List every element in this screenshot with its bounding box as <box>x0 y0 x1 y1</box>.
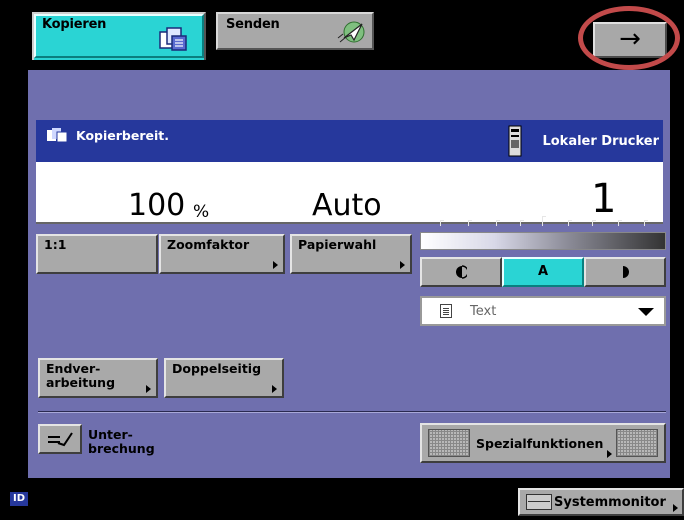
original-type-value: Text <box>470 304 497 319</box>
system-monitor-label: Systemmonitor <box>554 495 666 510</box>
copy-status-icon <box>47 128 68 143</box>
copy-display: 100 % Auto 1 <box>36 162 663 224</box>
status-bar: Kopierbereit. Lokaler Drucker <box>36 120 663 162</box>
status-message: Kopierbereit. <box>76 128 170 143</box>
submenu-arrow-icon <box>272 385 277 393</box>
zoom-factor-button[interactable]: Zoomfaktor <box>159 234 285 274</box>
tab-copy-label: Kopieren <box>42 17 107 32</box>
copy-icon <box>159 27 187 51</box>
tab-send-label: Senden <box>226 17 280 32</box>
zoom-unit: % <box>193 202 210 222</box>
special-functions-label: Spezialfunktionen <box>476 436 604 451</box>
ratio-1to1-label: 1:1 <box>44 237 67 252</box>
send-icon <box>337 21 365 43</box>
copier-screen: Kopieren Senden → Kopierbereit. Lokaler … <box>0 0 684 520</box>
submenu-arrow-icon <box>146 385 151 393</box>
submenu-arrow-icon <box>673 504 678 512</box>
half-moon-dark-icon <box>623 266 629 278</box>
original-type-select[interactable]: Text <box>420 296 666 326</box>
interrupt-icon <box>48 432 73 447</box>
paper-select-label: Papierwahl <box>298 237 377 252</box>
paper-select-button[interactable]: Papierwahl <box>290 234 412 274</box>
right-arrow-icon: → <box>619 24 641 54</box>
interrupt-label: Unter- brechung <box>88 427 155 456</box>
document-icon <box>440 304 452 318</box>
pattern-right-icon <box>616 429 658 457</box>
density-lighter-button[interactable] <box>420 257 502 287</box>
chevron-down-icon <box>638 308 654 316</box>
bottom-bar: ID Systemmonitor <box>0 478 684 520</box>
submenu-arrow-icon <box>400 261 405 269</box>
monitor-icon <box>526 494 552 510</box>
half-moon-light-icon <box>456 265 469 279</box>
interrupt-button[interactable] <box>38 424 82 454</box>
finishing-label: Endver- arbeitung <box>46 361 116 390</box>
next-arrow-button[interactable]: → <box>593 22 667 58</box>
printer-icon <box>508 125 522 157</box>
tab-send[interactable]: Senden <box>216 12 374 50</box>
special-functions-button[interactable]: Spezialfunktionen <box>420 423 666 463</box>
duplex-label: Doppelseitig <box>172 361 262 376</box>
zoom-value: 100 <box>128 188 186 223</box>
ratio-1to1-button[interactable]: 1:1 <box>36 234 158 274</box>
pattern-left-icon <box>428 429 470 457</box>
density-gradient <box>420 232 666 250</box>
tab-copy[interactable]: Kopieren <box>32 12 206 60</box>
zoom-factor-label: Zoomfaktor <box>167 237 250 252</box>
density-auto-button[interactable]: A <box>502 257 584 287</box>
system-monitor-button[interactable]: Systemmonitor <box>518 488 684 516</box>
density-scale <box>420 216 660 228</box>
finishing-button[interactable]: Endver- arbeitung <box>38 358 158 398</box>
submenu-arrow-icon <box>607 450 612 458</box>
density-auto-label: A <box>537 264 549 279</box>
density-darker-button[interactable] <box>584 257 666 287</box>
paper-value: Auto <box>312 188 382 223</box>
divider <box>38 411 666 413</box>
density-controls: A <box>420 257 666 287</box>
id-badge: ID <box>10 492 28 506</box>
duplex-button[interactable]: Doppelseitig <box>164 358 284 398</box>
submenu-arrow-icon <box>273 261 278 269</box>
printer-label: Lokaler Drucker <box>542 134 659 149</box>
